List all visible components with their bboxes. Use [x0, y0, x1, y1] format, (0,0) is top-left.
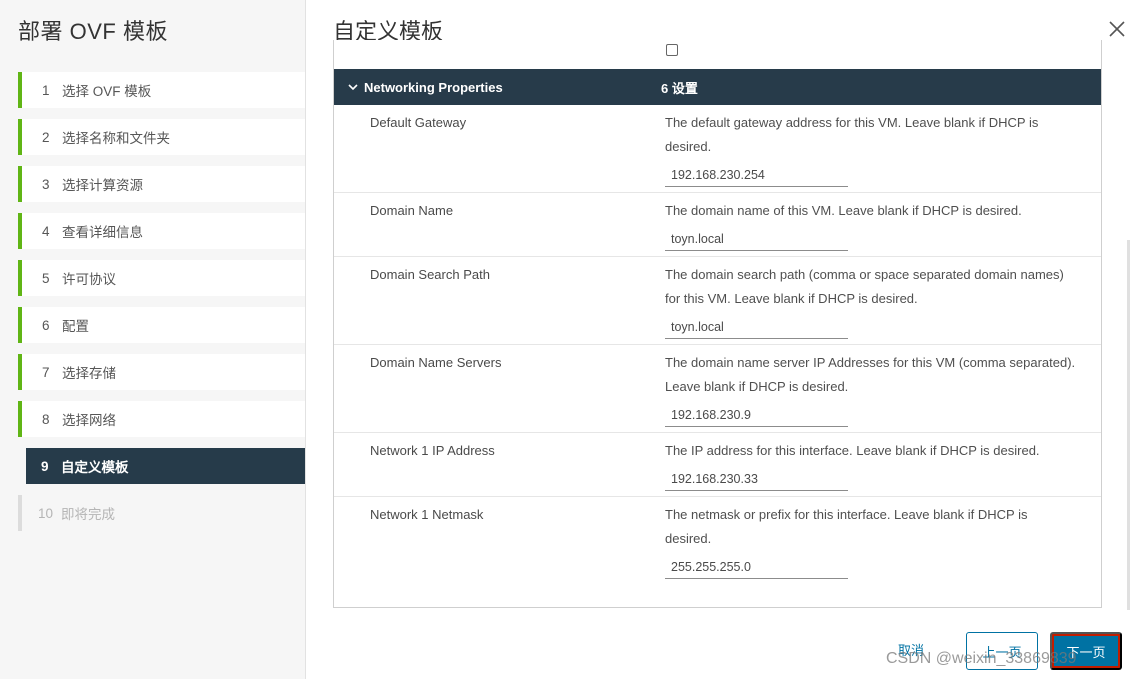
step-number: 4 [42, 223, 50, 239]
network-1-ip-input[interactable] [665, 468, 848, 491]
step-1[interactable]: 1 选择 OVF 模板 [18, 72, 305, 108]
property-label: Domain Name [370, 203, 454, 218]
property-row-network-1-netmask: Network 1 Netmask The netmask or prefix … [334, 497, 1101, 579]
property-row-network-1-ip: Network 1 IP Address The IP address for … [334, 433, 1101, 497]
step-number: 10 [38, 505, 54, 521]
property-description: The default gateway address for this VM.… [665, 115, 1039, 154]
wizard-title: 部署 OVF 模板 [18, 19, 168, 44]
step-number: 2 [42, 129, 50, 145]
watermark: CSDN @weixin_33869839 [886, 650, 1077, 667]
step-number: 6 [42, 317, 50, 333]
step-number: 9 [41, 458, 49, 474]
close-button[interactable] [1108, 20, 1130, 42]
domain-name-servers-input[interactable] [665, 404, 848, 427]
property-row-domain-name-servers: Domain Name Servers The domain name serv… [334, 345, 1101, 433]
step-label: 自定义模板 [61, 460, 129, 475]
step-label: 即将完成 [61, 507, 115, 522]
previous-property-row [334, 40, 1101, 69]
wizard-steps: 1 选择 OVF 模板 2 选择名称和文件夹 3 选择计算资源 4 查看详细信息 5 许可… [18, 72, 305, 542]
property-label: Domain Search Path [370, 267, 490, 282]
property-label: Domain Name Servers [370, 355, 502, 370]
step-number: 8 [42, 411, 50, 427]
group-count: 6 设置 [661, 80, 698, 96]
step-label: 查看详细信息 [62, 225, 143, 240]
step-4[interactable]: 4 查看详细信息 [18, 213, 305, 249]
step-label: 配置 [62, 319, 89, 334]
property-row-domain-name: Domain Name The domain name of this VM. … [334, 193, 1101, 257]
step-label: 选择存储 [62, 366, 116, 381]
domain-name-input[interactable] [665, 228, 848, 251]
step-number: 5 [42, 270, 50, 286]
property-row-default-gateway: Default Gateway The default gateway addr… [334, 105, 1101, 193]
step-number: 3 [42, 176, 50, 192]
step-label: 选择 OVF 模板 [62, 84, 152, 99]
domain-search-path-input[interactable] [665, 316, 848, 339]
networking-properties-header[interactable]: Networking Properties 6 设置 [334, 69, 1101, 105]
properties-panel: Networking Properties 6 设置 Default Gatew… [333, 40, 1102, 608]
step-7[interactable]: 7 选择存储 [18, 354, 305, 390]
property-description: The domain name server IP Addresses for … [665, 355, 1076, 394]
step-3[interactable]: 3 选择计算资源 [18, 166, 305, 202]
property-label: Network 1 Netmask [370, 507, 484, 522]
property-description: The domain search path (comma or space s… [665, 267, 1064, 306]
chevron-down-icon [334, 83, 364, 91]
property-label: Network 1 IP Address [370, 443, 495, 458]
default-gateway-input[interactable] [665, 164, 848, 187]
property-label: Default Gateway [370, 115, 467, 130]
step-label: 选择计算资源 [62, 178, 143, 193]
group-name: Networking Properties [364, 79, 503, 95]
property-checkbox[interactable] [666, 44, 678, 56]
step-5[interactable]: 5 许可协议 [18, 260, 305, 296]
step-10-disabled: 10 即将完成 [18, 495, 305, 531]
step-2[interactable]: 2 选择名称和文件夹 [18, 119, 305, 155]
scrollbar[interactable] [1127, 240, 1130, 610]
step-number: 1 [42, 82, 50, 98]
step-6[interactable]: 6 配置 [18, 307, 305, 343]
step-9-active[interactable]: 9 自定义模板 [26, 448, 305, 484]
property-description: The IP address for this interface. Leave… [665, 443, 1040, 458]
step-8[interactable]: 8 选择网络 [18, 401, 305, 437]
step-label: 选择网络 [62, 413, 116, 428]
network-1-netmask-input[interactable] [665, 556, 848, 579]
close-icon [1109, 21, 1125, 37]
property-description: The netmask or prefix for this interface… [665, 507, 1028, 546]
property-description: The domain name of this VM. Leave blank … [665, 203, 1022, 218]
step-label: 选择名称和文件夹 [62, 131, 170, 146]
step-number: 7 [42, 364, 50, 380]
wizard-sidebar: 部署 OVF 模板 1 选择 OVF 模板 2 选择名称和文件夹 3 选择计算资源 4… [0, 0, 306, 679]
property-row-domain-search-path: Domain Search Path The domain search pat… [334, 257, 1101, 345]
step-label: 许可协议 [62, 272, 116, 287]
